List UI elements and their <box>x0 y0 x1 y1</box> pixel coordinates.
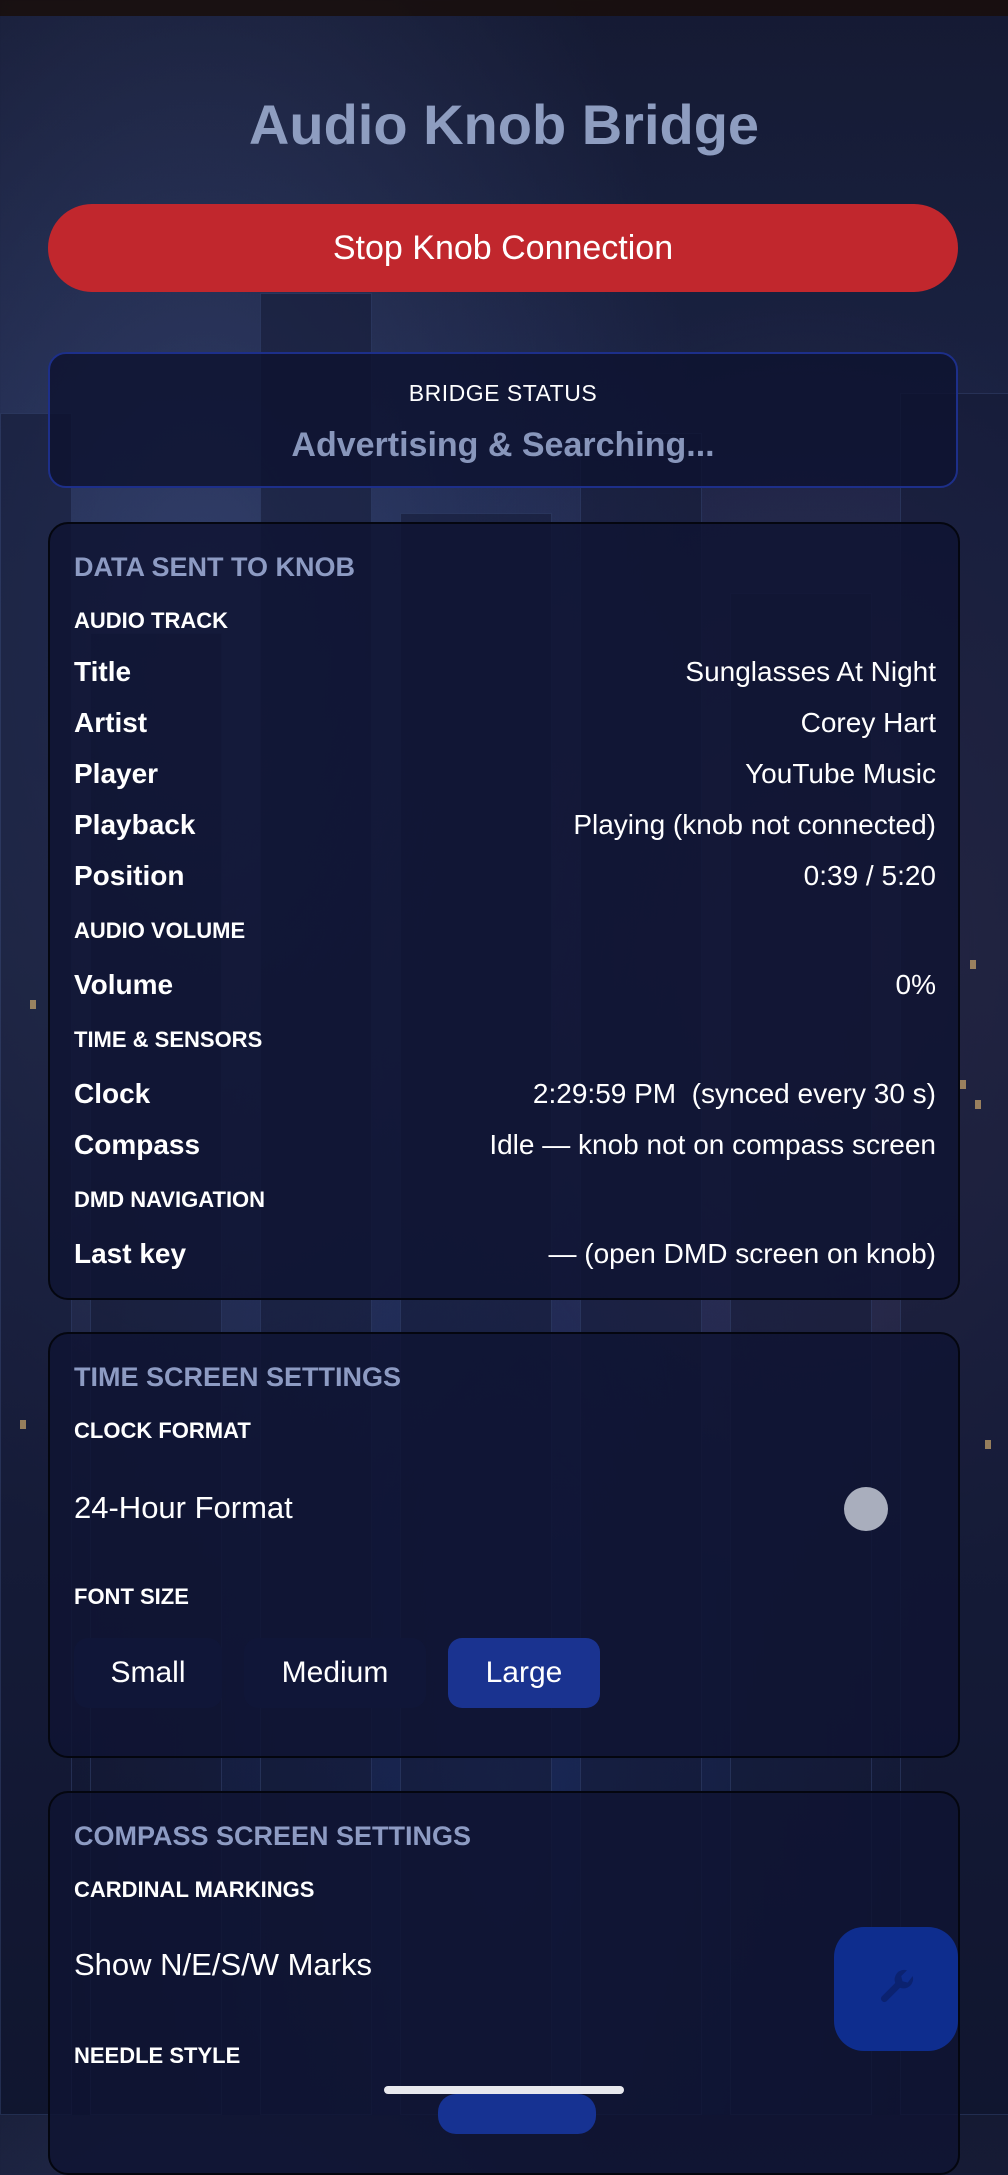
needle-style-label: NEEDLE STYLE <box>74 2043 241 2068</box>
player-row-label: Player <box>74 758 159 789</box>
compass-row-value: Idle — knob not on compass screen <box>489 1129 936 1160</box>
bridge-status-value: Advertising & Searching... <box>291 426 715 464</box>
font-size-large-button[interactable]: Large <box>448 1638 600 1708</box>
title-row-label: Title <box>74 656 132 687</box>
needle-style-option-button[interactable] <box>438 2094 596 2134</box>
tools-fab-button[interactable] <box>834 1927 958 2051</box>
audio-volume-label: AUDIO VOLUME <box>74 918 246 943</box>
time-screen-settings-card: TIME SCREEN SETTINGS CLOCK FORMAT 24-Hou… <box>48 1332 960 1758</box>
data-sent-card: DATA SENT TO KNOB AUDIO TRACK Title Sung… <box>48 522 960 1300</box>
last-key-row-value: — (open DMD screen on knob) <box>548 1238 936 1269</box>
time-screen-heading: TIME SCREEN SETTINGS <box>74 1362 402 1392</box>
playback-row-value: Playing (knob not connected) <box>573 809 936 840</box>
time-sensors-label: TIME & SENSORS <box>74 1027 263 1052</box>
bridge-status-label: BRIDGE STATUS <box>408 380 598 406</box>
dmd-navigation-label: DMD NAVIGATION <box>74 1187 266 1212</box>
page-title: Audio Knob Bridge <box>248 93 760 156</box>
24-hour-format-label: 24-Hour Format <box>74 1490 293 1525</box>
artist-row-label: Artist <box>74 707 148 738</box>
compass-screen-heading: COMPASS SCREEN SETTINGS <box>74 1821 472 1851</box>
player-row-value: YouTube Music <box>745 758 936 789</box>
stop-knob-connection-button[interactable]: Stop Knob Connection <box>48 204 958 292</box>
audio-track-label: AUDIO TRACK <box>74 608 228 633</box>
data-sent-heading: DATA SENT TO KNOB <box>74 552 355 582</box>
wrench-icon <box>873 1964 919 2015</box>
home-indicator[interactable] <box>384 2086 624 2094</box>
clock-row-label: Clock <box>74 1078 151 1109</box>
font-size-label: FONT SIZE <box>74 1584 189 1609</box>
font-size-small-button[interactable]: Small <box>74 1638 222 1708</box>
position-row-value: 0:39 / 5:20 <box>803 860 936 891</box>
title-row-value: Sunglasses At Night <box>685 656 936 687</box>
status-bar <box>0 0 1008 16</box>
bridge-status-card: BRIDGE STATUS Advertising & Searching... <box>48 352 958 488</box>
cardinal-markings-label: CARDINAL MARKINGS <box>74 1877 315 1902</box>
toggle-knob <box>844 1487 888 1531</box>
volume-row-value: 0% <box>895 969 936 1000</box>
compass-row-label: Compass <box>74 1129 201 1160</box>
volume-row-label: Volume <box>74 969 174 1000</box>
playback-row-label: Playback <box>74 809 196 840</box>
clock-format-label: CLOCK FORMAT <box>74 1418 251 1443</box>
font-size-medium-button[interactable]: Medium <box>244 1638 426 1708</box>
last-key-row-label: Last key <box>74 1238 187 1269</box>
24-hour-format-toggle[interactable] <box>836 1486 906 1531</box>
clock-row-value: 2:29:59 PM (synced every 30 s) <box>532 1078 936 1109</box>
artist-row-value: Corey Hart <box>800 707 936 738</box>
cardinal-marks-toggle-label: Show N/E/S/W Marks <box>74 1947 372 1982</box>
position-row-label: Position <box>74 860 185 891</box>
